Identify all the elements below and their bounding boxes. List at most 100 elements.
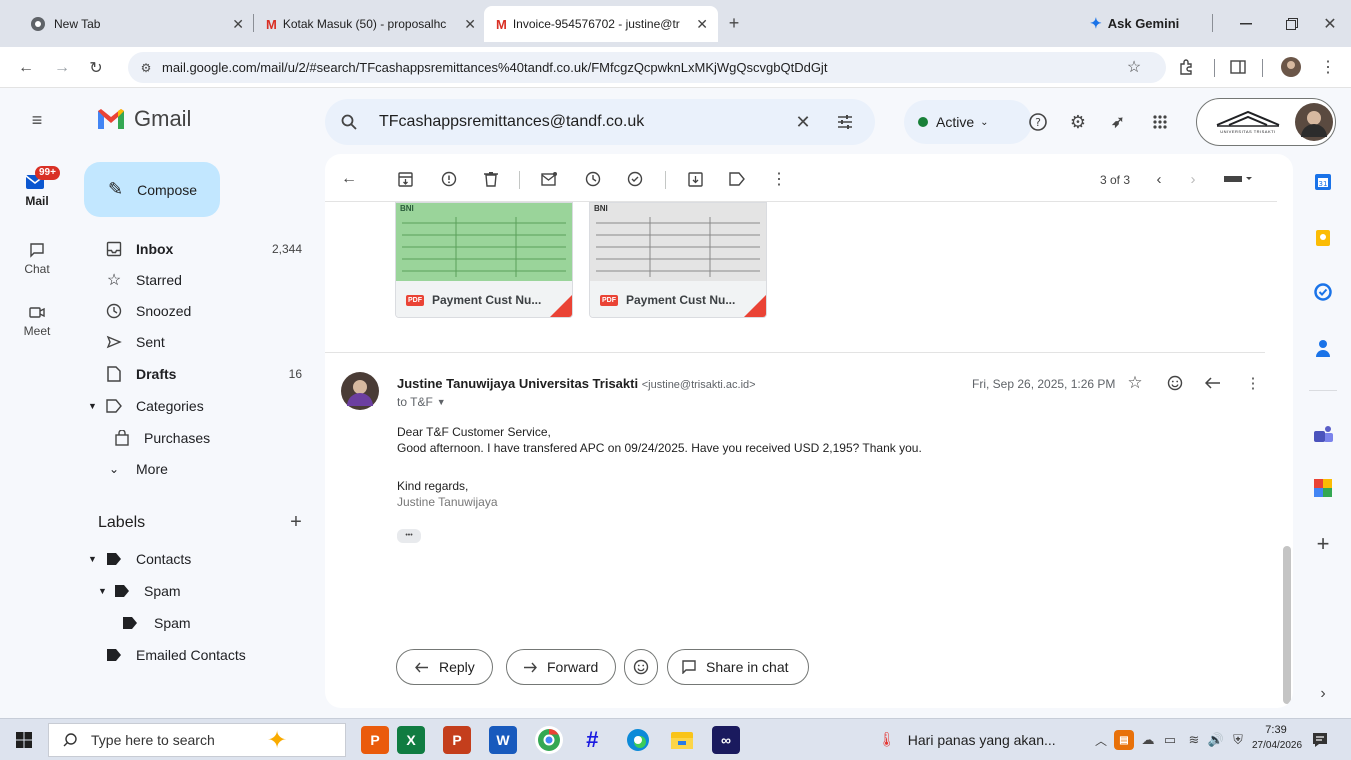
edge-icon[interactable] bbox=[624, 726, 652, 754]
expand-arrow-icon[interactable]: ▼ bbox=[98, 586, 107, 596]
ask-gemini-button[interactable]: ✦ Ask Gemini bbox=[1090, 11, 1179, 35]
attachment-card[interactable]: BNI PDF Payment Cust Nu... bbox=[589, 202, 767, 318]
tasks-icon[interactable] bbox=[1313, 282, 1333, 302]
taskbar-search[interactable]: Type here to search ✦ bbox=[48, 723, 346, 757]
more-vert-icon[interactable]: ⋮ bbox=[1243, 373, 1263, 393]
bookmark-star-icon[interactable]: ☆ bbox=[1124, 57, 1144, 77]
clock[interactable]: 7:39 27/04/2026 bbox=[1252, 722, 1302, 754]
move-to-icon[interactable] bbox=[685, 169, 705, 189]
extensions-icon[interactable] bbox=[1176, 57, 1196, 77]
powerpoint-icon[interactable]: P bbox=[443, 726, 471, 754]
address-bar[interactable]: ⚙ mail.google.com/mail/u/2/#search/TFcas… bbox=[128, 52, 1166, 83]
forward-button[interactable]: Forward bbox=[506, 649, 616, 685]
office-addon-icon[interactable] bbox=[1313, 478, 1333, 498]
emoji-icon[interactable] bbox=[1165, 373, 1185, 393]
clear-search-icon[interactable]: ✕ bbox=[793, 112, 813, 132]
restore-icon[interactable] bbox=[1282, 14, 1302, 34]
add-label-icon[interactable]: + bbox=[286, 511, 306, 533]
keep-icon[interactable] bbox=[1313, 228, 1333, 248]
close-window-icon[interactable]: ✕ bbox=[1320, 14, 1340, 34]
more-vert-icon[interactable]: ⋮ bbox=[769, 169, 789, 189]
nav-item-inbox[interactable]: Inbox 2,344 bbox=[74, 233, 314, 265]
get-addons-icon[interactable]: + bbox=[1313, 531, 1333, 556]
rail-item-mail[interactable]: 99+ Mail bbox=[0, 166, 74, 218]
older-chevron-icon[interactable]: › bbox=[1183, 169, 1203, 189]
tab-new-tab[interactable]: New Tab ✕ bbox=[18, 6, 254, 42]
calendar-icon[interactable]: 31 bbox=[1313, 172, 1333, 192]
profile-avatar[interactable] bbox=[1280, 56, 1302, 78]
security-shield-icon[interactable]: ⛨ bbox=[1228, 731, 1248, 749]
status-button[interactable]: Active ⌄ bbox=[904, 100, 1032, 144]
back-icon[interactable]: ← bbox=[16, 58, 36, 78]
forward-icon[interactable]: → bbox=[52, 58, 72, 78]
meta-app-icon[interactable]: ∞ bbox=[712, 726, 740, 754]
share-in-chat-button[interactable]: Share in chat bbox=[667, 649, 809, 685]
mark-unread-icon[interactable] bbox=[539, 169, 559, 189]
nav-item-starred[interactable]: ☆ Starred bbox=[74, 264, 314, 296]
rail-item-meet[interactable]: Meet bbox=[0, 302, 74, 346]
tab-kotak-masuk[interactable]: M Kotak Masuk (50) - proposalhc ✕ bbox=[254, 6, 486, 42]
gemini-spark-icon[interactable]: ➶ bbox=[1108, 112, 1128, 132]
nav-item-purchases[interactable]: Purchases bbox=[74, 422, 314, 454]
site-settings-icon[interactable]: ⚙ bbox=[136, 58, 156, 78]
star-icon[interactable]: ☆ bbox=[1125, 373, 1145, 393]
menu-dots-icon[interactable]: ⋮ bbox=[1318, 57, 1338, 77]
wifi-icon[interactable]: ≋ bbox=[1184, 731, 1204, 749]
new-tab-icon[interactable]: + bbox=[725, 13, 743, 33]
weather-widget[interactable]: 🌡 Hari panas yang akan... bbox=[878, 731, 1056, 748]
sender-avatar[interactable] bbox=[341, 372, 379, 410]
reply-button[interactable]: Reply bbox=[396, 649, 493, 685]
expand-arrow-icon[interactable]: ▼ bbox=[88, 554, 97, 564]
report-spam-icon[interactable] bbox=[439, 169, 459, 189]
settings-gear-icon[interactable]: ⚙ bbox=[1068, 112, 1088, 132]
powerpoint-alt-icon[interactable]: P bbox=[361, 726, 389, 754]
rail-item-chat[interactable]: Chat bbox=[0, 240, 74, 284]
search-bar[interactable]: TFcashappsremittances@tandf.co.uk ✕ bbox=[325, 99, 875, 145]
label-item-emailed-contacts[interactable]: Emailed Contacts bbox=[74, 639, 314, 671]
nav-item-categories[interactable]: ▼ Categories bbox=[74, 390, 314, 422]
recipient-line[interactable]: to T&F ▼ bbox=[397, 395, 446, 409]
back-to-list-icon[interactable]: ← bbox=[339, 169, 359, 189]
apps-grid-icon[interactable] bbox=[1150, 112, 1170, 132]
side-panel-icon[interactable] bbox=[1228, 57, 1248, 77]
archive-icon[interactable] bbox=[395, 169, 415, 189]
close-icon[interactable]: ✕ bbox=[464, 16, 476, 33]
help-icon[interactable]: ? bbox=[1028, 112, 1048, 132]
reply-icon[interactable] bbox=[1203, 373, 1223, 393]
nav-item-more[interactable]: ⌄ More bbox=[74, 453, 314, 485]
expand-panel-icon[interactable]: › bbox=[1313, 684, 1333, 704]
excel-icon[interactable]: X bbox=[397, 726, 425, 754]
sender-name[interactable]: Justine Tanuwijaya Universitas Trisakti bbox=[397, 376, 638, 391]
delete-icon[interactable] bbox=[481, 169, 501, 189]
tray-app-icon[interactable]: ▤ bbox=[1114, 730, 1134, 750]
tray-chevron-up-icon[interactable]: ︿ bbox=[1092, 731, 1110, 749]
minimize-icon[interactable] bbox=[1236, 14, 1256, 34]
label-item-spam[interactable]: ▼ Spam bbox=[74, 575, 314, 607]
newer-chevron-icon[interactable]: ‹ bbox=[1149, 169, 1169, 189]
nav-item-sent[interactable]: Sent bbox=[74, 326, 314, 358]
nav-item-snoozed[interactable]: Snoozed bbox=[74, 295, 314, 327]
label-as-icon[interactable] bbox=[727, 169, 747, 189]
close-icon[interactable]: ✕ bbox=[696, 16, 708, 33]
file-explorer-icon[interactable] bbox=[668, 726, 696, 754]
windows-start-icon[interactable] bbox=[14, 730, 34, 750]
chrome-taskbar-icon[interactable] bbox=[535, 726, 563, 754]
volume-icon[interactable]: 🔊 bbox=[1206, 731, 1226, 749]
teams-icon[interactable] bbox=[1313, 424, 1335, 444]
expand-arrow-icon[interactable]: ▼ bbox=[88, 401, 97, 411]
search-input[interactable]: TFcashappsremittances@tandf.co.uk bbox=[379, 113, 644, 131]
nav-item-drafts[interactable]: Drafts 16 bbox=[74, 358, 314, 390]
search-options-icon[interactable] bbox=[835, 112, 855, 132]
reload-icon[interactable]: ↻ bbox=[86, 58, 106, 78]
attachment-card[interactable]: BNI PDF Payment Cust Nu... bbox=[395, 202, 573, 318]
search-icon[interactable] bbox=[339, 112, 359, 132]
label-item-contacts[interactable]: ▼ Contacts bbox=[74, 543, 314, 575]
gmail-logo[interactable]: Gmail bbox=[96, 106, 191, 132]
show-trimmed-button[interactable]: ••• bbox=[397, 529, 421, 543]
word-icon[interactable]: W bbox=[489, 726, 517, 754]
notification-icon[interactable] bbox=[1310, 730, 1330, 750]
add-task-icon[interactable] bbox=[625, 169, 645, 189]
contacts-icon[interactable] bbox=[1313, 338, 1333, 358]
compose-button[interactable]: ✎ Compose bbox=[84, 162, 220, 217]
keyboard-icon[interactable] bbox=[1223, 169, 1253, 189]
